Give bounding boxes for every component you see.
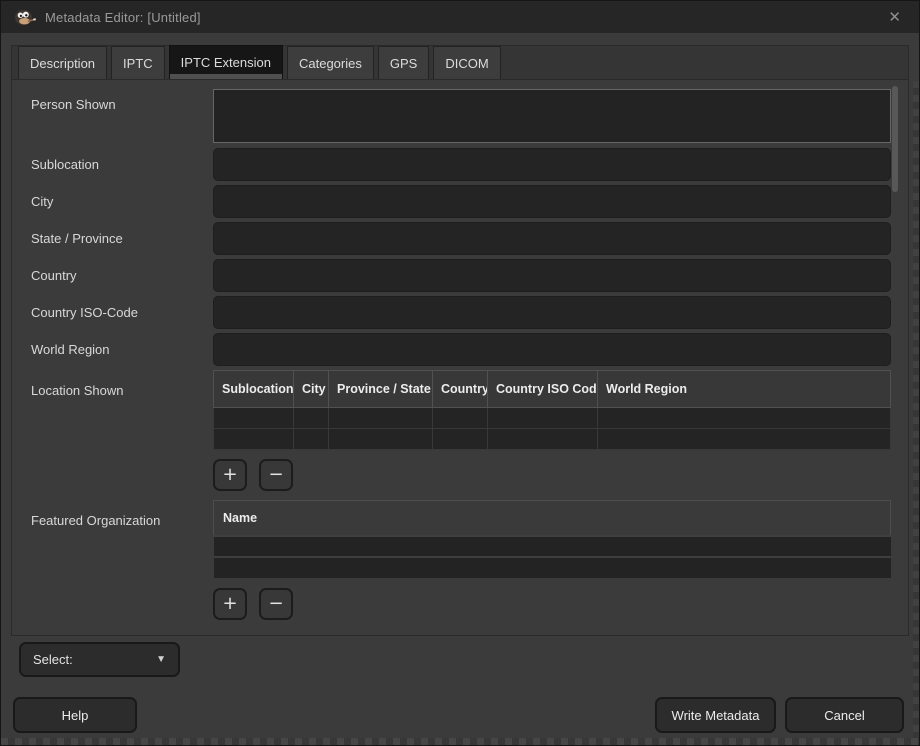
world-region-label: World Region: [12, 333, 213, 366]
metadata-notebook: Description IPTC IPTC Extension Categori…: [11, 45, 909, 636]
tab-description[interactable]: Description: [18, 46, 107, 79]
table-cell[interactable]: [433, 408, 488, 429]
iptc-extension-form: Person Shown Sublocation City State / Pr…: [12, 80, 908, 620]
state-province-label: State / Province: [12, 222, 213, 255]
table-cell[interactable]: [598, 429, 891, 450]
dialog-footer: Help Write Metadata Cancel: [1, 697, 919, 733]
metadata-editor-dialog: Metadata Editor: [Untitled] ✕ Descriptio…: [0, 0, 920, 746]
select-dropdown-label: Select:: [33, 652, 73, 667]
table-header-row: Name: [214, 501, 891, 536]
column-header-world-region[interactable]: World Region: [598, 371, 891, 408]
column-header-city[interactable]: City: [294, 371, 329, 408]
organization-remove-button[interactable]: −: [259, 588, 293, 620]
tab-iptc-extension[interactable]: IPTC Extension: [169, 45, 283, 79]
table-header-row: Sublocation City Province / State Countr…: [214, 371, 891, 408]
sublocation-label: Sublocation: [12, 148, 213, 181]
country-iso-code-input[interactable]: [213, 296, 891, 329]
gimp-wilber-icon: [14, 9, 36, 26]
city-label: City: [12, 185, 213, 218]
country-input[interactable]: [213, 259, 891, 292]
title-bar: Metadata Editor: [Untitled] ✕: [1, 1, 919, 33]
table-cell[interactable]: [329, 429, 433, 450]
location-add-button[interactable]: +: [213, 459, 247, 491]
tab-bar: Description IPTC IPTC Extension Categori…: [11, 45, 909, 79]
window-title: Metadata Editor: [Untitled]: [45, 10, 201, 25]
resize-grip-right[interactable]: [913, 81, 919, 738]
cancel-button[interactable]: Cancel: [785, 697, 904, 733]
table-row[interactable]: [214, 557, 891, 578]
table-cell[interactable]: [294, 408, 329, 429]
column-header-country-iso-code[interactable]: Country ISO Code: [488, 371, 598, 408]
location-shown-table: Sublocation City Province / State Countr…: [213, 370, 891, 450]
column-header-name[interactable]: Name: [214, 501, 891, 536]
country-iso-code-label: Country ISO-Code: [12, 296, 213, 329]
table-cell[interactable]: [214, 557, 891, 578]
table-cell[interactable]: [214, 429, 294, 450]
state-province-input[interactable]: [213, 222, 891, 255]
iptc-extension-panel: Person Shown Sublocation City State / Pr…: [11, 79, 909, 636]
world-region-input[interactable]: [213, 333, 891, 366]
table-cell[interactable]: [214, 536, 891, 557]
organization-add-button[interactable]: +: [213, 588, 247, 620]
location-remove-button[interactable]: −: [259, 459, 293, 491]
table-cell[interactable]: [488, 408, 598, 429]
table-cell[interactable]: [294, 429, 329, 450]
tab-iptc[interactable]: IPTC: [111, 46, 165, 79]
help-button[interactable]: Help: [13, 697, 137, 733]
featured-organization-label: Featured Organization: [12, 500, 213, 578]
write-metadata-button[interactable]: Write Metadata: [655, 697, 776, 733]
location-shown-label: Location Shown: [12, 370, 213, 450]
close-icon[interactable]: ✕: [880, 8, 909, 27]
table-cell[interactable]: [598, 408, 891, 429]
table-row[interactable]: [214, 536, 891, 557]
vertical-scrollbar[interactable]: [892, 86, 898, 192]
tab-gps[interactable]: GPS: [378, 46, 429, 79]
country-label: Country: [12, 259, 213, 292]
table-cell[interactable]: [433, 429, 488, 450]
column-header-sublocation[interactable]: Sublocation: [214, 371, 294, 408]
tab-dicom[interactable]: DICOM: [433, 46, 500, 79]
table-cell[interactable]: [488, 429, 598, 450]
featured-organization-table: Name: [213, 500, 891, 578]
person-shown-textarea[interactable]: [213, 89, 891, 143]
column-header-province-state[interactable]: Province / State: [329, 371, 433, 408]
column-header-country[interactable]: Country: [433, 371, 488, 408]
resize-grip-bottom[interactable]: [1, 738, 919, 745]
spacer: [12, 459, 213, 491]
tab-categories[interactable]: Categories: [287, 46, 374, 79]
chevron-down-icon: ▼: [156, 654, 166, 665]
city-input[interactable]: [213, 185, 891, 218]
person-shown-label: Person Shown: [12, 89, 213, 146]
table-cell[interactable]: [329, 408, 433, 429]
table-row[interactable]: [214, 408, 891, 429]
spacer: [12, 588, 213, 620]
select-dropdown[interactable]: Select: ▼: [19, 642, 180, 677]
sublocation-input[interactable]: [213, 148, 891, 181]
table-row[interactable]: [214, 429, 891, 450]
table-cell[interactable]: [214, 408, 294, 429]
